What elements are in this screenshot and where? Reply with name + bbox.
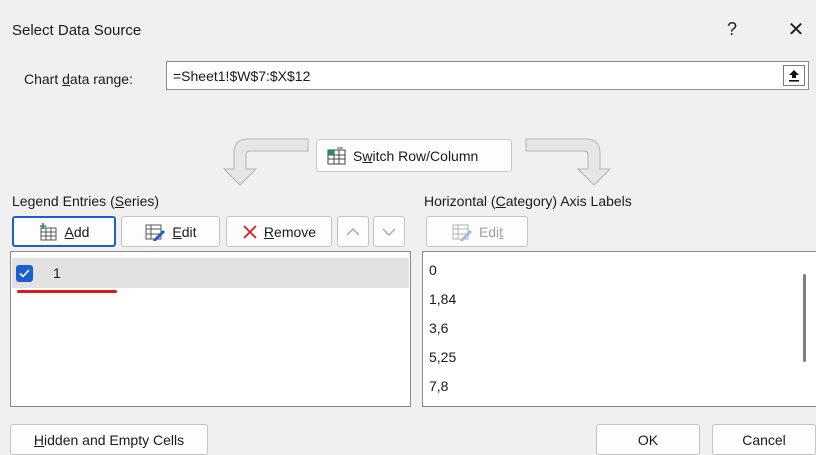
add-label: Add (64, 223, 90, 240)
add-table-icon (39, 222, 57, 240)
chart-data-range-value: =Sheet1!$W$7:$X$12 (173, 67, 311, 84)
dialog-title: Select Data Source (12, 22, 142, 39)
list-item: 0 (429, 262, 437, 278)
edit-table-icon (452, 224, 472, 241)
hidden-empty-cells-label: Hidden and Empty Cells (33, 431, 185, 448)
list-item[interactable]: 1 (12, 258, 409, 288)
help-button[interactable]: ? (712, 12, 752, 46)
chevron-down-icon (382, 228, 396, 236)
switch-row-column-label: Switch Row/Column (353, 147, 479, 164)
legend-entries-label: Legend Entries (Series) (12, 193, 160, 209)
ok-button[interactable]: OK (596, 424, 700, 455)
switch-grid-icon (327, 146, 346, 164)
list-item: 7,8 (429, 378, 449, 394)
hidden-empty-cells-button[interactable]: Hidden and Empty Cells (10, 424, 208, 455)
move-down-button[interactable] (373, 216, 405, 247)
edit-table-icon (145, 224, 166, 241)
add-series-button[interactable]: Add (12, 216, 116, 247)
series-list[interactable]: 1 (10, 251, 411, 407)
annotation-underline (17, 290, 117, 293)
edit-axis-labels-button[interactable]: Edit (426, 216, 528, 247)
curved-arrow-right-icon (525, 138, 612, 186)
series-name: 1 (53, 265, 61, 281)
remove-x-icon (243, 224, 257, 239)
list-item: 5,25 (429, 349, 457, 365)
axis-labels-list[interactable]: 0 1,84 3,6 5,25 7,8 (422, 251, 816, 407)
curved-arrow-left-icon (222, 138, 309, 186)
series-checkbox[interactable] (16, 264, 33, 282)
edit-axis-label: Edit (478, 223, 504, 240)
edit-label: Edit (172, 223, 197, 240)
cancel-button[interactable]: Cancel (712, 424, 816, 455)
close-button[interactable]: ✕ (776, 12, 816, 46)
dialog-titlebar: Select Data Source ? ✕ (0, 0, 816, 50)
chart-data-range-label: Chart data range: (24, 71, 133, 87)
axis-labels-label: Horizontal (Category) Axis Labels (424, 193, 632, 209)
collapse-dialog-button[interactable] (783, 65, 805, 86)
remove-series-button[interactable]: Remove (226, 216, 332, 247)
upload-arrow-icon (789, 70, 799, 82)
edit-series-button[interactable]: Edit (121, 216, 220, 247)
list-item: 1,84 (429, 291, 457, 307)
scrollbar-thumb[interactable] (803, 274, 806, 362)
chart-data-range-input[interactable]: =Sheet1!$W$7:$X$12 (166, 61, 809, 90)
checkmark-icon (19, 268, 30, 278)
switch-row-column-button[interactable]: Switch Row/Column (316, 139, 512, 172)
chevron-up-icon (346, 227, 360, 235)
list-item: 3,6 (429, 320, 449, 336)
remove-label: Remove (263, 223, 317, 240)
move-up-button[interactable] (337, 216, 369, 247)
